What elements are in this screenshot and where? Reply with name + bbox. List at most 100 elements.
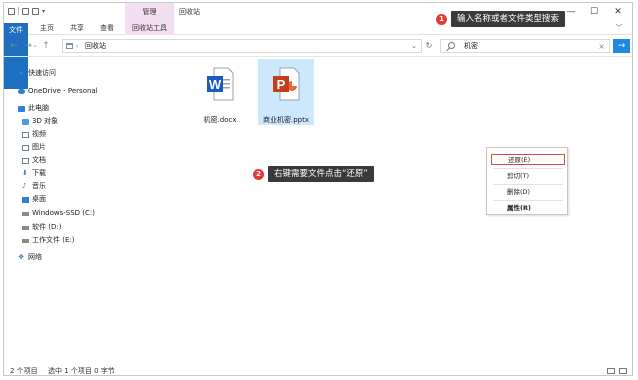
menu-item-cut[interactable]: 剪切(T) (491, 171, 565, 182)
sidebar-item-3d-objects[interactable]: 3D 对象 (22, 116, 58, 127)
sidebar-item-drive-d[interactable]: 软件 (D:) (22, 222, 61, 233)
selection-info: 选中 1 个项目 0 字节 (48, 367, 115, 375)
sidebar-item-quick-access[interactable]: ★ 快速访问 (18, 68, 56, 79)
minimize-button[interactable]: — (564, 5, 578, 19)
sidebar-item-this-pc[interactable]: 此电脑 (18, 103, 49, 114)
navigation-pane: ★ 快速访问 OneDrive - Personal 此电脑 3D 对象 视频 … (4, 57, 176, 363)
cube-icon (22, 118, 29, 125)
sidebar-item-label: 文档 (32, 156, 46, 164)
sidebar-item-network[interactable]: ❖ 网络 (18, 252, 42, 263)
back-button[interactable]: ← (9, 40, 19, 52)
sidebar-item-label: 工作文件 (E:) (32, 236, 75, 244)
address-dropdown-icon[interactable]: ⌄ (411, 40, 417, 53)
callout-text: 右键需要文件点击“还原” (268, 166, 374, 182)
menu-divider (493, 200, 563, 201)
context-menu: 还原(E) 剪切(T) 删除(D) 属性(R) (486, 147, 568, 215)
tab-recycle-bin-tools[interactable]: 回收站工具 (125, 21, 174, 35)
sidebar-item-label: OneDrive - Personal (28, 87, 98, 95)
sidebar-item-label: 快速访问 (28, 69, 56, 77)
menu-item-properties[interactable]: 属性(R) (491, 203, 565, 214)
step-badge: 1 (436, 13, 447, 25)
drive-icon (22, 238, 29, 243)
sidebar-item-label: 下载 (32, 169, 46, 177)
breadcrumb-recycle-bin[interactable]: 回收站 (85, 40, 106, 53)
document-icon (22, 157, 29, 164)
word-file-icon: W (207, 67, 234, 101)
properties-icon[interactable] (8, 7, 15, 15)
sidebar-item-drive-c[interactable]: Windows-SSD (C:) (22, 208, 95, 219)
manage-context-tab[interactable]: 管理 (125, 3, 174, 21)
undo-icon[interactable] (32, 7, 39, 15)
status-bar: 2 个项目 选中 1 个项目 0 字节 (4, 365, 632, 375)
sidebar-item-downloads[interactable]: ⬇ 下载 (22, 168, 46, 179)
callout-search-hint: 1 输入名称或者文件类型搜索 (436, 11, 566, 27)
menu-divider (493, 184, 563, 185)
sidebar-item-videos[interactable]: 视频 (22, 129, 46, 140)
menu-item-restore[interactable]: 还原(E) (491, 154, 565, 165)
powerpoint-file-icon: P (273, 67, 300, 101)
sidebar-item-label: 桌面 (32, 195, 46, 203)
customize-toolbar-icon[interactable]: ▾ (42, 8, 45, 15)
sidebar-item-pictures[interactable]: 图片 (22, 142, 46, 153)
item-count: 2 个项目 (10, 367, 38, 375)
music-icon: ♪ (22, 182, 27, 190)
sidebar-item-label: 3D 对象 (32, 117, 59, 125)
powerpoint-letter: P (277, 77, 286, 92)
close-button[interactable]: ✕ (611, 5, 625, 19)
sidebar-item-drive-e[interactable]: 工作文件 (E:) (22, 235, 74, 246)
star-icon: ★ (18, 69, 25, 77)
search-icon (448, 42, 455, 49)
search-input[interactable]: 机密 × (440, 39, 610, 53)
cloud-icon (18, 89, 25, 94)
file-name-docx: 机密.docx (203, 116, 237, 124)
new-folder-icon[interactable] (22, 7, 29, 15)
address-field[interactable]: › 回收站 ⌄ (62, 39, 422, 53)
sidebar-item-desktop[interactable]: 桌面 (22, 194, 46, 205)
file-name-pptx: 商业机密.pptx (263, 116, 309, 124)
sidebar-item-label: 此电脑 (28, 104, 49, 112)
file-list: W 机密.docx P 商业机密.pptx 还原(E) 剪切(T) 删除(D) … (176, 57, 632, 363)
tab-share[interactable]: 共享 (64, 21, 90, 35)
callout-restore-hint: 2 右键需要文件点击“还原” (253, 166, 374, 182)
search-go-button[interactable]: → (613, 39, 630, 53)
details-view-icon[interactable] (607, 368, 615, 374)
file-item-docx[interactable]: W 机密.docx (192, 59, 248, 125)
word-letter: W (209, 77, 222, 92)
sidebar-item-label: Windows-SSD (C:) (32, 209, 95, 217)
sidebar-item-label: 网络 (28, 253, 42, 261)
file-item-pptx[interactable]: P 商业机密.pptx (258, 59, 314, 125)
tab-home[interactable]: 主页 (34, 21, 60, 35)
sidebar-item-label: 软件 (D:) (32, 223, 62, 231)
sidebar-item-documents[interactable]: 文档 (22, 155, 46, 166)
step-badge: 2 (253, 168, 264, 180)
tab-view[interactable]: 查看 (94, 21, 120, 35)
address-bar-row: ← → ⌄ ↑ › 回收站 ⌄ ↻ 机密 × → (4, 35, 632, 57)
sidebar-item-label: 音乐 (32, 182, 46, 190)
recycle-bin-icon (66, 43, 73, 49)
sidebar-item-label: 图片 (32, 143, 46, 151)
video-icon (22, 131, 29, 138)
network-icon: ❖ (18, 253, 25, 261)
sidebar-item-onedrive[interactable]: OneDrive - Personal (18, 86, 98, 97)
search-value: 机密 (464, 42, 478, 50)
expand-ribbon-icon[interactable]: ﹀ (612, 21, 626, 35)
menu-item-delete[interactable]: 删除(D) (491, 187, 565, 198)
breadcrumb-separator: › (76, 43, 79, 50)
sidebar-item-music[interactable]: ♪ 音乐 (22, 181, 46, 192)
menu-divider (493, 168, 563, 169)
download-icon: ⬇ (22, 169, 28, 177)
refresh-button[interactable]: ↻ (424, 41, 434, 51)
maximize-button[interactable]: ☐ (587, 5, 601, 19)
up-button[interactable]: ↑ (41, 40, 51, 52)
drive-icon (22, 225, 29, 230)
quick-access-toolbar: ▾ (8, 7, 45, 15)
drive-icon (22, 211, 29, 216)
window-title: 回收站 (179, 8, 200, 16)
callout-text: 输入名称或者文件类型搜索 (451, 11, 566, 27)
computer-icon (18, 105, 25, 112)
desktop-icon (22, 196, 29, 203)
recent-locations-icon[interactable]: ⌄ (32, 40, 38, 52)
sidebar-item-label: 视频 (32, 130, 46, 138)
large-icons-view-icon[interactable] (619, 368, 627, 374)
clear-search-icon[interactable]: × (598, 40, 605, 53)
